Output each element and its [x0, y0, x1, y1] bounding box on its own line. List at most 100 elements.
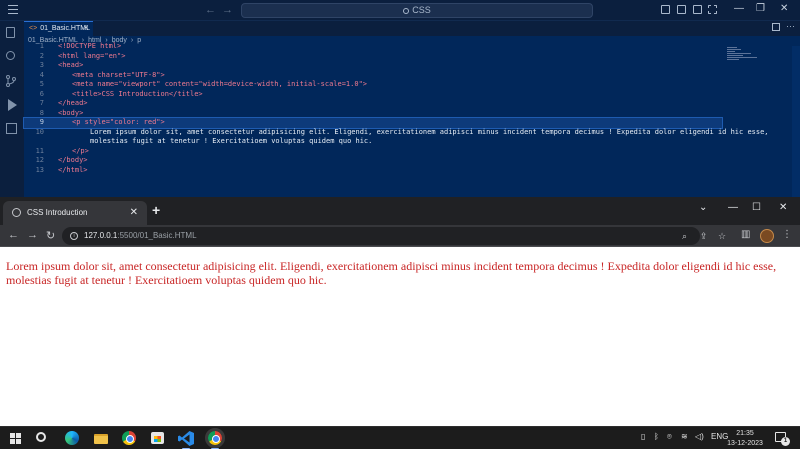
close-icon[interactable]: ✕: [779, 202, 787, 213]
line-number: 1: [39, 42, 44, 50]
network-icon[interactable]: ⌾: [667, 432, 672, 442]
vscode-icon[interactable]: [178, 431, 194, 446]
system-clock[interactable]: 21:35 13-12-2023: [722, 429, 768, 449]
editor-tab-bar: <> 01_Basic.HTML ✕ ···: [24, 21, 800, 36]
code-line: 6 <title>CSS Introduction</title>: [24, 90, 724, 100]
customize-layout-icon[interactable]: [708, 5, 717, 14]
volume-icon[interactable]: ◁): [695, 432, 704, 441]
minimize-icon[interactable]: —: [728, 202, 738, 213]
forward-icon[interactable]: →: [27, 229, 38, 241]
extensions-icon[interactable]: [6, 123, 17, 134]
tab-search-icon[interactable]: ⌄: [699, 202, 707, 213]
address-bar[interactable]: i 127.0.0.1:5500/01_Basic.HTML ⌕ ⇪ ☆: [62, 227, 726, 245]
line-number: 2: [39, 51, 44, 60]
line-number: 11: [35, 146, 44, 155]
globe-icon: [12, 208, 21, 217]
code-line: 4 <meta charset="UTF-8">: [24, 71, 724, 81]
split-editor-icon[interactable]: [772, 23, 780, 31]
bookmark-star-icon[interactable]: ☆: [718, 227, 726, 245]
maximize-icon[interactable]: ☐: [752, 202, 761, 213]
code-line: 10 Lorem ipsum dolor sit, amet consectetu…: [24, 127, 769, 138]
line-code: <title>CSS Introduction</title>: [72, 89, 203, 98]
chrome-icon[interactable]: [122, 431, 136, 445]
html-file-icon: <>: [29, 25, 38, 32]
minimap[interactable]: [727, 47, 767, 67]
code-line: 7 </head>: [24, 99, 724, 109]
explorer-icon[interactable]: [6, 27, 15, 38]
toggle-panel-icon[interactable]: [677, 5, 686, 14]
more-actions-icon[interactable]: ···: [786, 21, 795, 31]
clock-date: 13-12-2023: [727, 440, 763, 447]
line-code: </body>: [58, 156, 88, 164]
activity-bar: [0, 21, 24, 197]
windows-start-icon[interactable]: [10, 433, 21, 444]
clock-time: 21:35: [736, 430, 754, 437]
notification-badge: 1: [781, 437, 790, 446]
code-line: molestias fugit at tenetur ! Exercitatio…: [24, 137, 724, 147]
battery-icon[interactable]: ▯: [641, 432, 645, 441]
code-line: 1 <!DOCTYPE html>: [24, 42, 724, 52]
close-icon[interactable]: ✕: [780, 3, 788, 14]
toggle-sidebar-icon[interactable]: [661, 5, 670, 14]
line-number: 10: [35, 127, 44, 136]
chrome-tab-css-introduction[interactable]: CSS Introduction ✕: [3, 201, 147, 225]
reload-icon[interactable]: ↻: [46, 229, 55, 242]
page-paragraph: Lorem ipsum dolor sit, amet consectetur …: [6, 259, 777, 287]
site-info-icon[interactable]: i: [70, 232, 78, 240]
command-center[interactable]: CSS: [241, 3, 593, 18]
search-icon[interactable]: [36, 432, 46, 442]
chrome-window: CSS Introduction ✕ + ⌄ — ☐ ✕ ← → ↻ i 127.…: [0, 197, 800, 426]
line-number: 3: [39, 61, 44, 69]
line-code: </html>: [58, 165, 88, 174]
code-line: 13 </html>: [24, 166, 724, 176]
minimize-icon[interactable]: —: [734, 3, 744, 14]
file-explorer-icon[interactable]: [94, 434, 108, 444]
line-code: <p style="color: red">: [72, 118, 165, 126]
tab-01-basic-html[interactable]: <> 01_Basic.HTML ✕: [24, 21, 93, 36]
microsoft-store-icon[interactable]: [151, 432, 164, 444]
code-line: 12 </body>: [24, 156, 724, 166]
vscode-title-bar: ←→ CSS — ❐ ✕: [0, 0, 800, 21]
search-icon[interactable]: [6, 51, 15, 60]
chrome-tab-strip: CSS Introduction ✕ + ⌄ — ☐ ✕: [0, 197, 800, 225]
line-number: 8: [39, 108, 44, 117]
url-path: :5500/01_Basic.HTML: [117, 231, 197, 240]
toggle-secondary-sidebar-icon[interactable]: [693, 5, 702, 14]
line-number: 7: [39, 99, 44, 107]
code-editor[interactable]: 1 <!DOCTYPE html> 2 <html lang="en"> 3 <hea…: [23, 42, 800, 197]
nav-arrows-icon[interactable]: ←→: [205, 4, 239, 16]
line-code: </p>: [72, 146, 89, 155]
close-tab-icon[interactable]: ✕: [83, 22, 89, 36]
line-code: <meta charset="UTF-8">: [72, 70, 165, 79]
line-number: 6: [39, 89, 44, 98]
code-line: 3 <head>: [24, 61, 724, 71]
search-icon: [403, 8, 410, 14]
source-control-icon[interactable]: [6, 75, 16, 87]
restore-icon[interactable]: ❐: [756, 3, 765, 14]
avatar[interactable]: [760, 229, 774, 243]
zoom-icon[interactable]: ⌕: [682, 227, 687, 245]
side-panel-icon[interactable]: ▥: [741, 229, 750, 240]
code-line-active: 9 <p style="color: red">: [23, 117, 723, 129]
run-debug-icon[interactable]: [8, 99, 17, 111]
edge-icon[interactable]: [65, 431, 79, 445]
url-host: 127.0.0.1: [84, 231, 118, 240]
chrome-menu-icon[interactable]: ⋮: [782, 229, 792, 240]
editor-scrollbar[interactable]: [792, 46, 800, 197]
chrome-tab-title: CSS Introduction: [27, 208, 88, 217]
vscode-window: ←→ CSS — ❐ ✕ <> 01_Basic.HTML ✕ ··· 01_Bas…: [0, 0, 800, 197]
back-icon[interactable]: ←: [8, 229, 19, 241]
share-icon[interactable]: ⇪: [700, 227, 708, 245]
chrome-active-icon[interactable]: [205, 428, 225, 448]
line-code: molestias fugit at tenetur ! Exercitatio…: [90, 137, 373, 145]
close-tab-icon[interactable]: ✕: [130, 201, 138, 225]
bluetooth-icon[interactable]: ᛒ: [654, 432, 659, 441]
menu-icon[interactable]: [8, 5, 18, 15]
line-code: <body>: [58, 108, 84, 117]
new-tab-icon[interactable]: +: [152, 202, 160, 218]
line-code: </head>: [58, 99, 88, 107]
wifi-icon[interactable]: ≋: [681, 432, 688, 441]
windows-taskbar: ▯ ᛒ ⌾ ≋ ◁) ENG 21:35 13-12-2023 1: [0, 426, 800, 449]
notification-icon[interactable]: 1: [775, 432, 790, 446]
code-line: 8 <body>: [24, 109, 724, 119]
